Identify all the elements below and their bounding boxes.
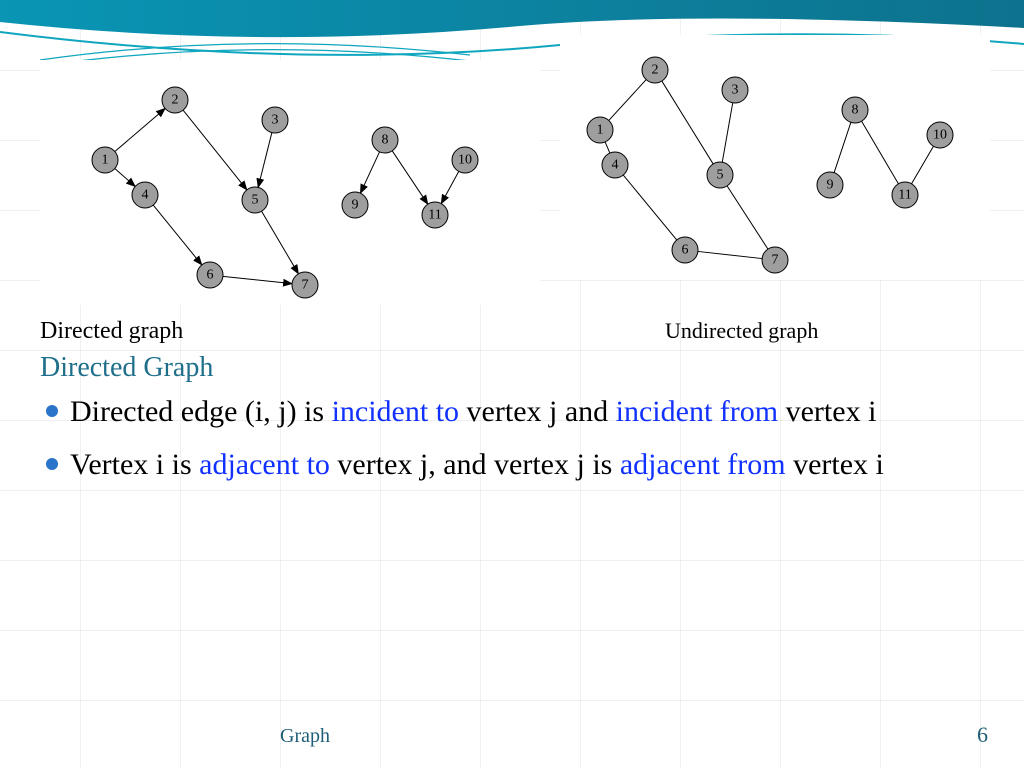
undirected-graph-svg: 1 2 3 4 5 6 7 8 9 10 11 [560, 35, 990, 280]
graph-node-label: 4 [612, 158, 619, 173]
graph-node-label: 9 [827, 178, 834, 193]
graph-node-label: 3 [732, 83, 739, 98]
graph-node-label: 7 [772, 253, 779, 268]
graph-node-label: 10 [458, 153, 472, 168]
directed-caption: Directed graph [40, 318, 183, 345]
bullet-item: Directed edge (i, j) is incident to vert… [40, 392, 920, 431]
graph-edge [258, 133, 272, 188]
keyword-span: incident from [616, 395, 778, 428]
graph-edge [623, 175, 676, 240]
graph-edge [115, 108, 165, 151]
keyword-span: adjacent to [199, 448, 330, 481]
text-span: Directed edge (i, j) is [70, 395, 332, 428]
graph-node-label: 3 [272, 113, 279, 128]
graph-node-label: 10 [933, 128, 947, 143]
footer-label: Graph [280, 725, 330, 748]
graph-node-label: 8 [382, 133, 389, 148]
graph-edge [183, 110, 247, 190]
text-span: vertex i [786, 448, 884, 481]
bullet-list: Directed edge (i, j) is incident to vert… [40, 392, 920, 498]
graph-node-label: 5 [717, 168, 724, 183]
undirected-graph-panel: 1 2 3 4 5 6 7 8 9 10 11 [560, 35, 990, 280]
graph-edge [441, 171, 459, 203]
graph-edge [392, 151, 428, 204]
text-span: vertex i [778, 395, 876, 428]
graph-edge [153, 205, 202, 265]
text-span: Vertex i is [70, 448, 199, 481]
graph-node-label: 2 [652, 63, 659, 78]
graph-node-label: 6 [682, 243, 689, 258]
graph-node-label: 1 [102, 153, 109, 168]
text-span: vertex j and [459, 395, 616, 428]
graph-edge [662, 81, 713, 164]
graph-node-label: 11 [898, 188, 911, 203]
graph-edge [698, 251, 762, 258]
graph-node-label: 11 [428, 208, 441, 223]
graph-node-label: 4 [142, 188, 149, 203]
graph-edge [722, 103, 732, 162]
footer-page: 6 [977, 722, 988, 748]
graph-node-label: 7 [302, 278, 309, 293]
graph-node-label: 8 [852, 103, 859, 118]
graph-edge [727, 186, 768, 249]
graph-edge [834, 122, 851, 172]
graph-node-label: 1 [597, 123, 604, 138]
graph-node-label: 6 [207, 268, 214, 283]
graph-edge [360, 152, 379, 193]
directed-graph-panel: 1 2 3 4 5 6 7 8 9 10 11 [40, 60, 540, 305]
graph-edge [862, 121, 899, 184]
graph-edge [223, 276, 292, 283]
section-heading: Directed Graph [40, 352, 213, 384]
graph-node-label: 2 [172, 93, 179, 108]
directed-graph-svg: 1 2 3 4 5 6 7 8 9 10 11 [40, 60, 540, 305]
undirected-caption: Undirected graph [665, 318, 818, 344]
graph-edge [115, 169, 135, 187]
graph-edge [605, 142, 610, 153]
graph-edge [912, 146, 934, 184]
graph-edge [609, 80, 646, 121]
graph-edge [262, 211, 299, 274]
keyword-span: incident to [332, 395, 459, 428]
graph-node-label: 5 [252, 193, 259, 208]
text-span: vertex j, and vertex j is [330, 448, 620, 481]
keyword-span: adjacent from [620, 448, 786, 481]
bullet-item: Vertex i is adjacent to vertex j, and ve… [40, 445, 920, 484]
graph-node-label: 9 [352, 198, 359, 213]
